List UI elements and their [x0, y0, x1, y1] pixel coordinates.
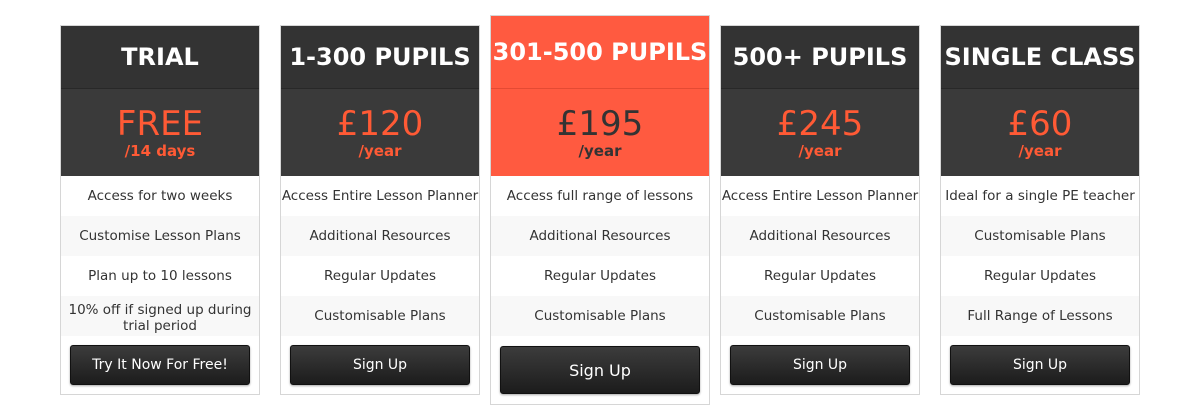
plan-price-block: £245 /year: [721, 89, 919, 176]
plan-card-500-plus-pupils: 500+ PUPILS £245 /year Access Entire Les…: [720, 25, 920, 395]
plan-price-block: £60 /year: [941, 89, 1139, 176]
plan-title: TRIAL: [61, 26, 259, 89]
plan-title: 301-500 PUPILS: [491, 16, 709, 89]
feature-item: Additional Resources: [281, 216, 479, 256]
plan-title: 1-300 PUPILS: [281, 26, 479, 89]
pricing-table: TRIAL FREE /14 days Access for two weeks…: [0, 0, 1200, 420]
feature-item: 10% off if signed up during trial period: [61, 296, 259, 336]
plan-price: £245: [776, 103, 864, 144]
plan-price: FREE: [116, 103, 204, 144]
plan-period: /year: [798, 141, 842, 160]
feature-item: Full Range of Lessons: [941, 296, 1139, 336]
plan-price-block: £120 /year: [281, 89, 479, 176]
plan-price-block: FREE /14 days: [61, 89, 259, 176]
feature-item: Customisable Plans: [491, 296, 709, 336]
plan-title: SINGLE CLASS: [941, 26, 1139, 89]
feature-item: Plan up to 10 lessons: [88, 268, 232, 284]
feature-item: Regular Updates: [764, 268, 876, 284]
feature-item: Access full range of lessons: [506, 188, 694, 204]
plan-price: £120: [336, 103, 424, 144]
feature-list: Access for two weeks Customise Lesson Pl…: [61, 176, 259, 336]
plan-period: /year: [578, 141, 622, 160]
feature-list: Access Entire Lesson Planner Additional …: [281, 176, 479, 336]
try-free-button[interactable]: Try It Now For Free!: [70, 345, 250, 385]
feature-item: Ideal for a single PE teacher: [945, 188, 1135, 204]
plan-period: /year: [358, 141, 402, 160]
sign-up-button[interactable]: Sign Up: [290, 345, 470, 385]
plan-card-single-class: SINGLE CLASS £60 /year Ideal for a singl…: [940, 25, 1140, 395]
plan-period: /14 days: [124, 141, 196, 160]
sign-up-button[interactable]: Sign Up: [950, 345, 1130, 385]
feature-list: Access full range of lessons Additional …: [491, 176, 709, 336]
feature-list: Access Entire Lesson Planner Additional …: [721, 176, 919, 336]
feature-item: Additional Resources: [721, 216, 919, 256]
feature-item: Regular Updates: [544, 268, 656, 284]
plan-price: £195: [556, 103, 644, 144]
plan-card-1-300-pupils: 1-300 PUPILS £120 /year Access Entire Le…: [280, 25, 480, 395]
feature-item: Regular Updates: [984, 268, 1096, 284]
feature-item: Customisable Plans: [941, 216, 1139, 256]
plan-title: 500+ PUPILS: [721, 26, 919, 89]
feature-list: Ideal for a single PE teacher Customisab…: [941, 176, 1139, 336]
sign-up-button[interactable]: Sign Up: [500, 346, 700, 394]
feature-item: Access Entire Lesson Planner: [281, 188, 479, 204]
feature-item: Access for two weeks: [87, 188, 233, 204]
plan-card-trial: TRIAL FREE /14 days Access for two weeks…: [60, 25, 260, 395]
feature-item: Customisable Plans: [721, 296, 919, 336]
plan-card-301-500-pupils: 301-500 PUPILS £195 /year Access full ra…: [490, 15, 710, 405]
plan-period: /year: [1018, 141, 1062, 160]
feature-item: Additional Resources: [491, 216, 709, 256]
plan-price-block: £195 /year: [491, 89, 709, 176]
plan-price: £60: [1007, 103, 1073, 144]
feature-item: Customisable Plans: [281, 296, 479, 336]
sign-up-button[interactable]: Sign Up: [730, 345, 910, 385]
feature-item: Access Entire Lesson Planner: [721, 188, 919, 204]
feature-item: Customise Lesson Plans: [61, 216, 259, 256]
feature-item: Regular Updates: [324, 268, 436, 284]
